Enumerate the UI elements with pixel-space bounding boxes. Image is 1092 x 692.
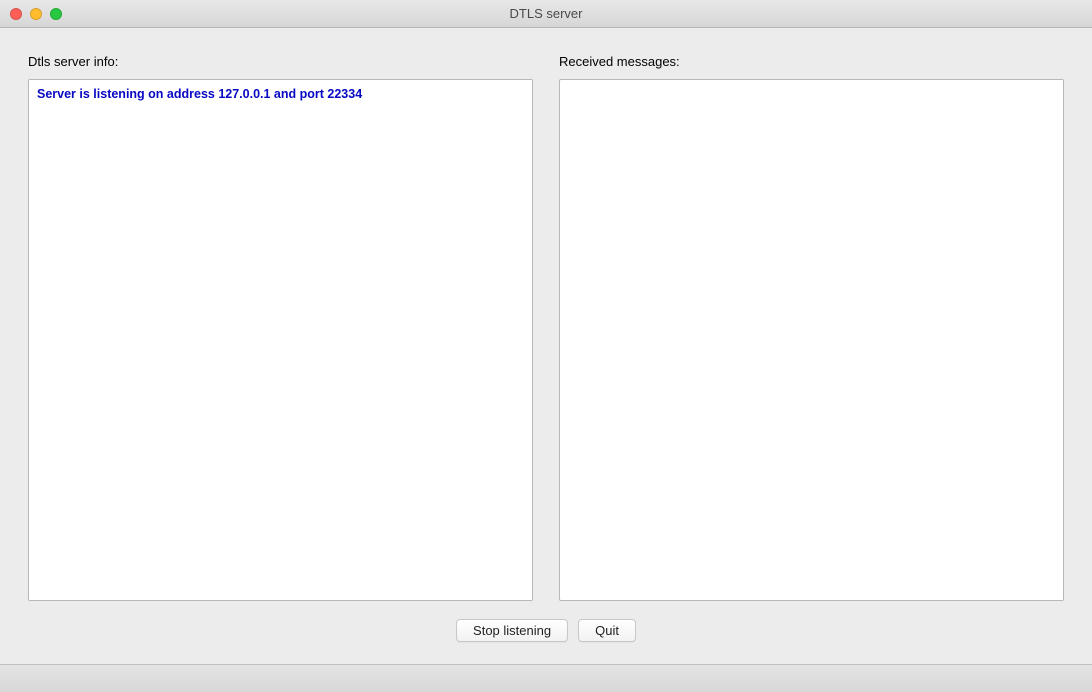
received-messages-textarea[interactable] xyxy=(559,79,1064,601)
quit-button[interactable]: Quit xyxy=(578,619,636,642)
received-messages-panel: Received messages: xyxy=(559,54,1064,601)
window-controls xyxy=(10,8,62,20)
stop-listening-button[interactable]: Stop listening xyxy=(456,619,568,642)
server-info-label: Dtls server info: xyxy=(28,54,533,69)
received-messages-label: Received messages: xyxy=(559,54,1064,69)
minimize-icon[interactable] xyxy=(30,8,42,20)
content-area: Dtls server info: Server is listening on… xyxy=(0,28,1092,664)
button-row: Stop listening Quit xyxy=(28,601,1064,654)
maximize-icon[interactable] xyxy=(50,8,62,20)
app-window: DTLS server Dtls server info: Server is … xyxy=(0,0,1092,692)
close-icon[interactable] xyxy=(10,8,22,20)
server-info-log-line: Server is listening on address 127.0.0.1… xyxy=(37,86,524,104)
window-title: DTLS server xyxy=(0,6,1092,21)
panels-row: Dtls server info: Server is listening on… xyxy=(28,54,1064,601)
server-info-panel: Dtls server info: Server is listening on… xyxy=(28,54,533,601)
server-info-textarea[interactable]: Server is listening on address 127.0.0.1… xyxy=(28,79,533,601)
footer-strip xyxy=(0,664,1092,692)
titlebar: DTLS server xyxy=(0,0,1092,28)
